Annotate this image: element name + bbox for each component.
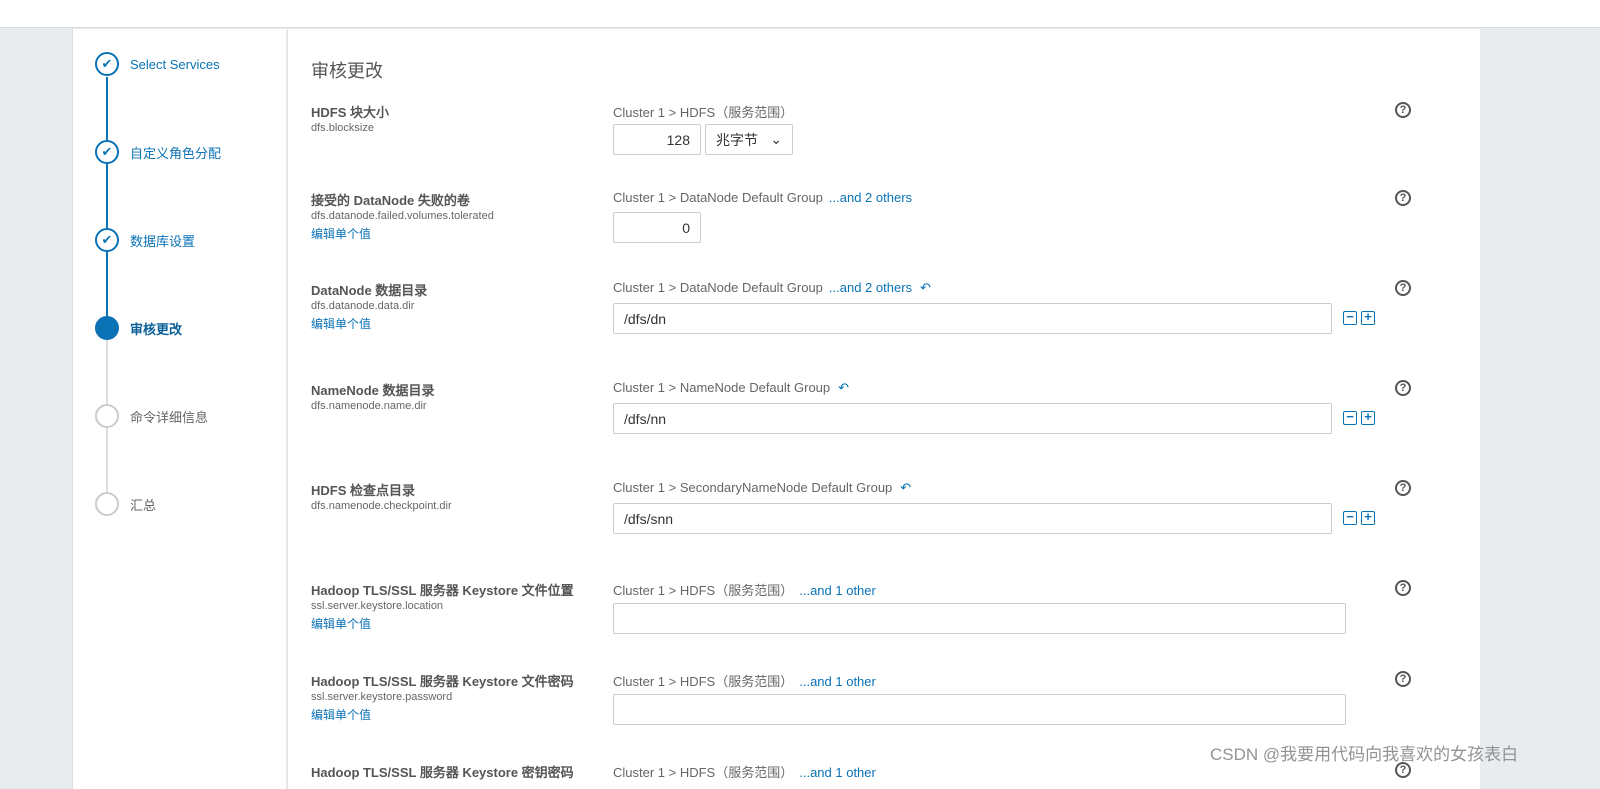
remove-icon[interactable]: − xyxy=(1343,510,1357,525)
chevron-down-icon: ⌄ xyxy=(770,131,782,147)
step-summary: 汇总 xyxy=(95,491,156,517)
undo-icon[interactable]: ↶ xyxy=(838,380,849,395)
keystore-password-input[interactable] xyxy=(613,694,1346,725)
wizard-steps: ✔ Select Services ✔ 自定义角色分配 ✔ 数据库设置 审核更改 命令… xyxy=(73,29,288,789)
blocksize-unit-select[interactable]: 兆字节 ⌄ xyxy=(705,124,793,155)
step-select-services[interactable]: ✔ Select Services xyxy=(95,51,220,77)
keystore-location-input[interactable] xyxy=(613,603,1346,634)
edit-individual-link[interactable]: 编辑单个值 xyxy=(311,706,371,723)
help-icon[interactable]: ? xyxy=(1395,280,1411,296)
help-icon[interactable]: ? xyxy=(1395,190,1411,206)
help-icon[interactable]: ? xyxy=(1395,480,1411,496)
step-role-assignment[interactable]: ✔ 自定义角色分配 xyxy=(95,139,221,165)
failed-volumes-input[interactable]: 0 xyxy=(613,212,701,243)
others-link[interactable]: ...and 1 other xyxy=(799,674,876,689)
others-link[interactable]: ...and 1 other xyxy=(799,765,876,780)
wizard-panel: ✔ Select Services ✔ 自定义角色分配 ✔ 数据库设置 审核更改 命令… xyxy=(72,29,1480,789)
help-icon[interactable]: ? xyxy=(1395,380,1411,396)
others-link[interactable]: ...and 2 others xyxy=(829,190,912,205)
watermark: CSDN @我要用代码向我喜欢的女孩表白 xyxy=(1210,745,1519,764)
others-link[interactable]: ...and 2 others xyxy=(829,280,912,295)
others-link[interactable]: ...and 1 other xyxy=(799,583,876,598)
step-command-details: 命令详细信息 xyxy=(95,403,208,429)
remove-icon[interactable]: − xyxy=(1343,310,1357,325)
add-icon[interactable]: + xyxy=(1361,410,1375,425)
check-icon: ✔ xyxy=(95,52,119,76)
undo-icon[interactable]: ↶ xyxy=(900,480,911,495)
help-icon[interactable]: ? xyxy=(1395,102,1411,118)
checkpoint-dir-input[interactable]: /dfs/snn xyxy=(613,503,1332,534)
pending-step-icon xyxy=(95,404,119,428)
datanode-dir-input[interactable]: /dfs/dn xyxy=(613,303,1332,334)
help-icon[interactable]: ? xyxy=(1395,580,1411,596)
check-icon: ✔ xyxy=(95,140,119,164)
remove-icon[interactable]: − xyxy=(1343,410,1357,425)
page-title: 审核更改 xyxy=(311,61,383,81)
top-bar xyxy=(0,0,1600,28)
active-step-icon xyxy=(95,316,119,340)
edit-individual-link[interactable]: 编辑单个值 xyxy=(311,225,371,242)
pending-step-icon xyxy=(95,492,119,516)
undo-icon[interactable]: ↶ xyxy=(920,280,931,295)
namenode-dir-input[interactable]: /dfs/nn xyxy=(613,403,1332,434)
check-icon: ✔ xyxy=(95,228,119,252)
add-icon[interactable]: + xyxy=(1361,310,1375,325)
help-icon[interactable]: ? xyxy=(1395,671,1411,687)
edit-individual-link[interactable]: 编辑单个值 xyxy=(311,315,371,332)
step-review-changes[interactable]: 审核更改 xyxy=(95,315,182,341)
blocksize-input[interactable]: 128 xyxy=(613,124,701,155)
step-database-setup[interactable]: ✔ 数据库设置 xyxy=(95,227,195,253)
add-icon[interactable]: + xyxy=(1361,510,1375,525)
edit-individual-link[interactable]: 编辑单个值 xyxy=(311,615,371,632)
